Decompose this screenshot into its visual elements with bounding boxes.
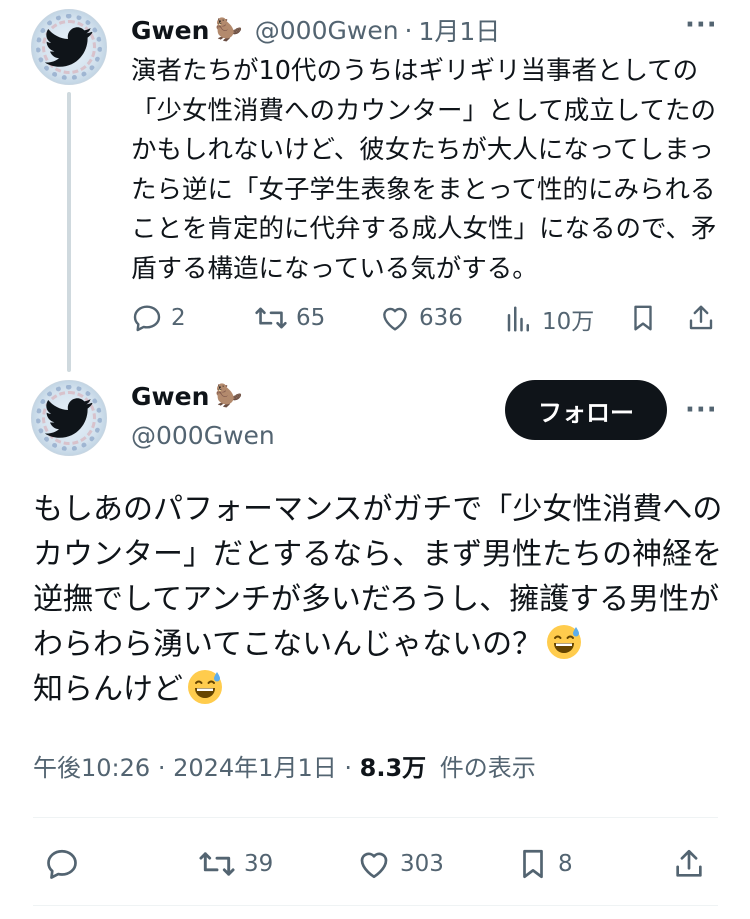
tweet-date[interactable]: 2024年1月1日 [173, 754, 337, 782]
reply-button[interactable] [44, 846, 80, 882]
reply-icon [47, 849, 77, 879]
heart-icon [383, 307, 407, 331]
beaver-emoji: 🦫 [215, 17, 243, 43]
like-count: 303 [400, 851, 444, 877]
bird-logo-icon [45, 398, 93, 438]
divider [33, 905, 718, 906]
reply-count: 2 [171, 305, 186, 331]
tweet-text: もしあのパフォーマンスがガチで「少女性消費へのカウンター」だとするなら、まず男性… [33, 487, 723, 712]
separator: · [344, 754, 352, 782]
analytics-icon [507, 306, 529, 332]
tweet-header: Gwen 🦫 @000Gwen · 1月1日 [131, 12, 500, 48]
share-button[interactable] [672, 846, 706, 882]
share-icon [676, 849, 702, 877]
sweat-smile-emoji-icon [188, 670, 222, 704]
like-button[interactable]: 636 [379, 302, 463, 334]
follow-button[interactable]: フォロー [505, 380, 667, 440]
sweat-smile-emoji-icon [547, 625, 582, 659]
bookmark-icon [634, 305, 652, 331]
views-label: 件の表示 [439, 754, 536, 782]
bookmark-count: 8 [558, 851, 573, 877]
retweet-icon [199, 852, 235, 876]
tweet-actions: 2 65 636 10万 [131, 302, 721, 338]
like-button[interactable]: 303 [356, 846, 444, 882]
avatar[interactable] [31, 380, 107, 456]
retweet-button[interactable]: 65 [254, 302, 325, 334]
author-handle[interactable]: @000Gwen [131, 421, 275, 450]
share-icon [689, 305, 713, 330]
more-options-icon[interactable]: ··· [685, 395, 718, 425]
views-count: 8.3万 [359, 754, 427, 782]
retweet-count: 65 [296, 305, 326, 331]
author-handle[interactable]: @000Gwen [255, 16, 399, 45]
retweet-count: 39 [244, 851, 274, 877]
author-name[interactable]: Gwen [131, 382, 209, 411]
tweet-text: 演者たちが10代のうちはギリギリ当事者としての「少女性消費へのカウンター」として… [131, 56, 717, 284]
reply-button[interactable]: 2 [131, 302, 186, 334]
tweet-time[interactable]: 午後10:26 [33, 754, 150, 782]
bookmark-button[interactable]: 8 [516, 846, 573, 882]
separator: · [404, 15, 413, 45]
tweet-actions: 39 303 8 [0, 842, 750, 886]
avatar[interactable] [31, 9, 107, 85]
bookmark-icon [523, 849, 543, 879]
retweet-button[interactable]: 39 [198, 846, 273, 882]
divider [33, 817, 718, 818]
tweet-text-ending: 知らんけど [33, 672, 183, 707]
tweet-date[interactable]: 1月1日 [419, 12, 501, 48]
tweet-text-main: もしあのパフォーマンスがガチで「少女性消費へのカウンター」だとするなら、まず男性… [33, 492, 723, 662]
bookmark-button[interactable] [628, 302, 658, 334]
beaver-emoji: 🦫 [215, 384, 243, 409]
separator: · [157, 754, 166, 782]
author-name-row: Gwen 🦫 [131, 382, 243, 411]
tweet-metadata: 午後10:26 · 2024年1月1日 · 8.3万 件の表示 [33, 748, 536, 783]
share-button[interactable] [686, 302, 716, 334]
retweet-icon [255, 307, 287, 329]
more-options-icon[interactable]: ··· [685, 10, 718, 40]
views-button[interactable]: 10万 [504, 302, 594, 336]
reply-icon [133, 305, 161, 332]
views-count: 10万 [542, 309, 595, 335]
like-count: 636 [419, 305, 463, 331]
bird-logo-icon [45, 27, 93, 67]
heart-icon [360, 852, 388, 879]
author-name[interactable]: Gwen [131, 16, 209, 45]
thread-connector-line [67, 92, 71, 372]
